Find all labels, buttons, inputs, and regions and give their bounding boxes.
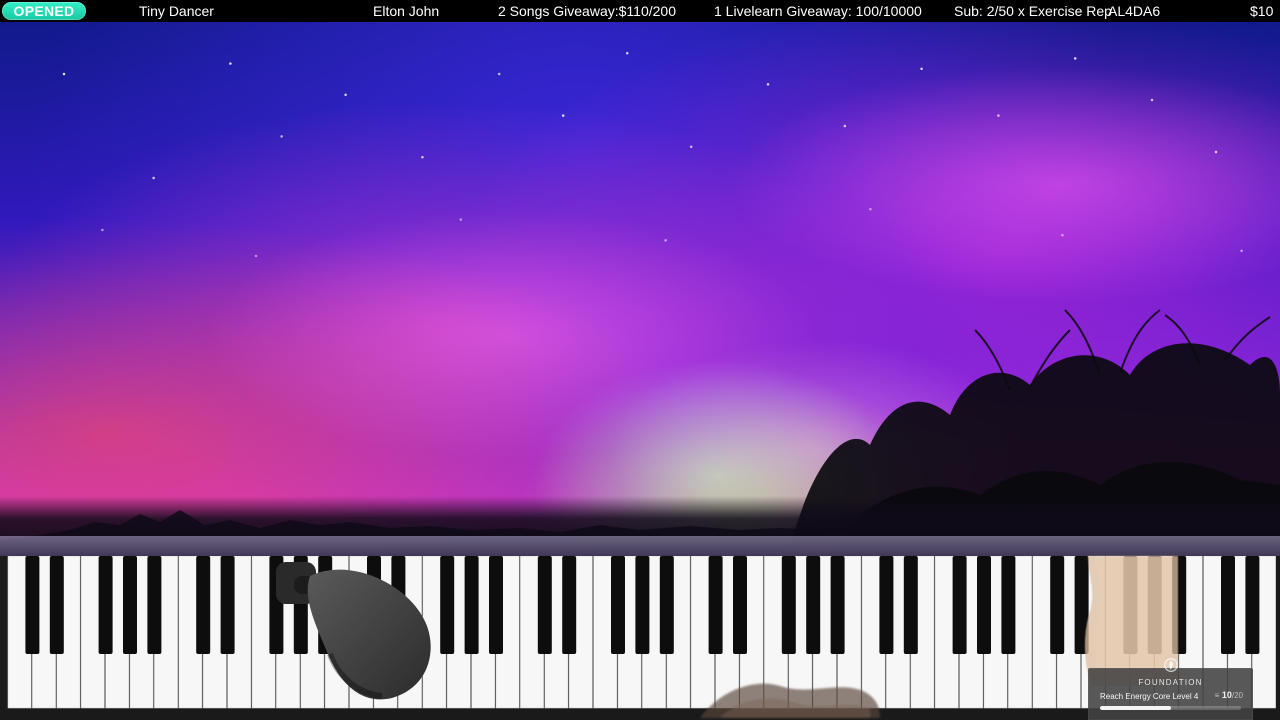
black-key xyxy=(318,556,333,654)
black-key xyxy=(464,556,479,654)
amount-label: $10 xyxy=(1250,3,1274,19)
black-key xyxy=(708,556,723,654)
black-key xyxy=(733,556,747,654)
goal-progress-bar xyxy=(1100,706,1241,710)
black-key xyxy=(123,556,137,654)
black-key xyxy=(196,556,211,654)
black-key xyxy=(611,556,625,654)
black-key xyxy=(977,556,991,654)
song-title: Tiny Dancer xyxy=(139,3,214,19)
black-key xyxy=(879,556,894,654)
black-key xyxy=(659,556,674,654)
top-stream-bar: OPENED Tiny Dancer Elton John 2 Songs Gi… xyxy=(0,0,1280,22)
black-key xyxy=(220,556,235,654)
black-key xyxy=(147,556,162,654)
black-key xyxy=(49,556,64,654)
black-key xyxy=(903,556,918,654)
black-key xyxy=(1001,556,1016,654)
black-key xyxy=(806,556,821,654)
black-key xyxy=(269,556,284,654)
black-key xyxy=(635,556,650,654)
black-key xyxy=(440,556,455,654)
black-key xyxy=(489,556,503,654)
livelearn-giveaway-status: 1 Livelearn Giveaway: 100/10000 xyxy=(714,3,922,19)
widget-brand: FOUNDATION xyxy=(1138,678,1203,687)
black-key xyxy=(1074,556,1089,654)
goal-progress: ≡ 10/20 xyxy=(1214,690,1243,700)
aurora-glow xyxy=(0,22,1280,562)
songs-giveaway-status: 2 Songs Giveaway:$110/200 xyxy=(498,3,676,19)
goal-label: Reach Energy Core Level 4 xyxy=(1100,692,1199,701)
black-key xyxy=(1050,556,1065,654)
flame-icon xyxy=(1164,658,1178,672)
black-key xyxy=(1172,556,1187,654)
artist-name: Elton John xyxy=(373,3,440,19)
stream-frame: OPENED Tiny Dancer Elton John 2 Songs Gi… xyxy=(0,0,1280,720)
sub-counter: Sub: 2/50 x Exercise Rep xyxy=(954,3,1112,19)
code-label: AL4DA6 xyxy=(1108,3,1161,19)
goal-progress-current: 10 xyxy=(1221,690,1232,700)
goal-progress-total: /20 xyxy=(1231,691,1243,700)
black-key xyxy=(1147,556,1162,654)
black-key xyxy=(537,556,552,654)
black-key xyxy=(1245,556,1260,654)
black-key xyxy=(367,556,381,654)
black-key xyxy=(1123,556,1138,654)
black-key xyxy=(952,556,967,654)
black-key xyxy=(25,556,40,654)
foundation-goal-widget: FOUNDATION Reach Energy Core Level 4 ≡ 1… xyxy=(1088,658,1253,720)
starfield xyxy=(0,22,1280,542)
black-key xyxy=(98,556,113,654)
status-badge: OPENED xyxy=(2,2,86,20)
black-key xyxy=(562,556,577,654)
black-key xyxy=(293,556,308,654)
black-key xyxy=(781,556,796,654)
goal-progress-fill xyxy=(1100,706,1171,710)
black-key xyxy=(1221,556,1235,654)
black-key xyxy=(830,556,845,654)
black-key xyxy=(391,556,406,654)
